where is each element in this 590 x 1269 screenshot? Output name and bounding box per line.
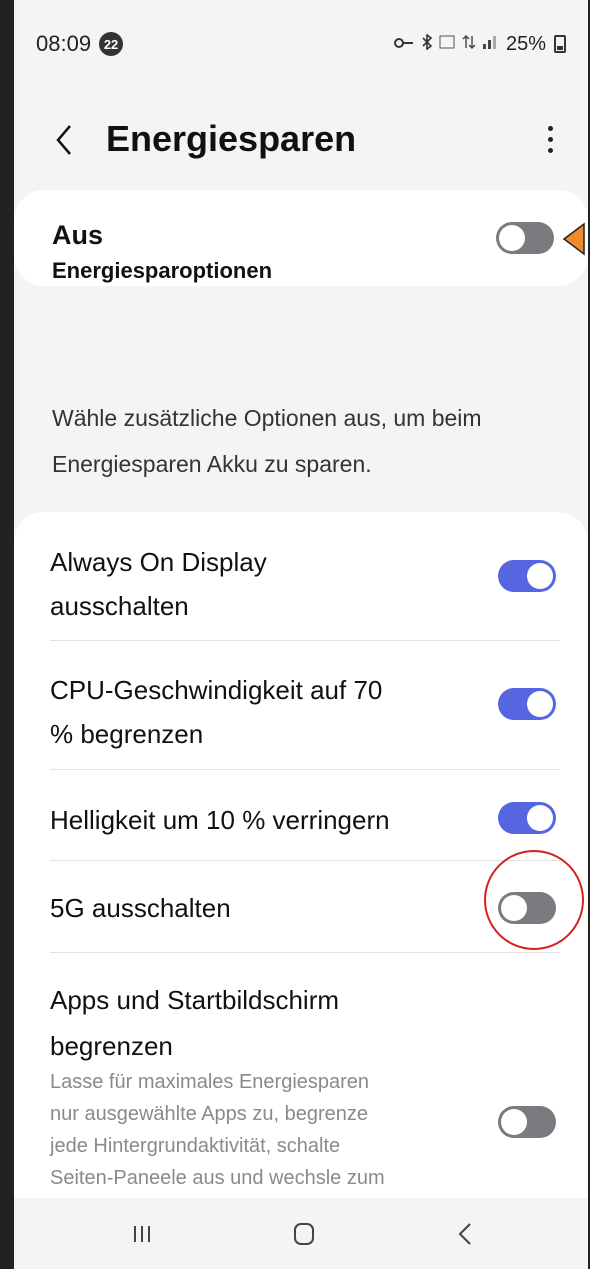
section-description: Wähle zusätzliche Optionen aus, um beim … — [52, 405, 482, 477]
toggle-knob — [527, 563, 553, 589]
toggle-brightness[interactable] — [498, 802, 556, 834]
bluetooth-icon — [422, 32, 432, 51]
status-icons — [394, 32, 498, 55]
page-title: Energiesparen — [106, 118, 357, 159]
toggle-knob — [499, 225, 525, 251]
toggle-cpu-speed[interactable] — [498, 688, 556, 720]
option-description-line: Lasse für maximales Energiesparen — [50, 1071, 370, 1093]
option-label-line2: % begrenzen — [50, 719, 204, 749]
option-description-line: jede Hintergrundaktivität, schalte — [50, 1135, 341, 1157]
section-title: Energiesparoptionen — [52, 258, 273, 283]
divider — [50, 860, 560, 861]
toggle-knob — [527, 805, 553, 831]
status-bar: 08:09 22 25% — [14, 0, 588, 88]
option-description-line: Seiten-Paneele aus und wechsle zum — [50, 1167, 385, 1189]
back-arrow-icon[interactable] — [50, 122, 80, 158]
option-label-line1: CPU-Geschwindigkeit auf 70 — [50, 675, 383, 705]
back-nav-icon[interactable] — [446, 1216, 486, 1252]
divider — [50, 640, 560, 641]
app-header: Energiesparen — [14, 104, 588, 176]
data-icon — [462, 34, 476, 49]
notification-count-badge: 22 — [99, 32, 124, 56]
navigation-bar — [14, 1198, 588, 1269]
status-time: 08:09 — [36, 31, 92, 56]
phone-screen: 08:09 22 25% Energiesparen Aus Energiesp… — [14, 0, 588, 1269]
option-label-line2: begrenzen — [50, 1031, 173, 1061]
option-label: 5G ausschalten — [50, 893, 231, 923]
status-right: 25% — [394, 33, 566, 56]
option-label: Helligkeit um 10 % verringern — [50, 805, 390, 835]
toggle-knob — [527, 691, 553, 717]
divider — [50, 952, 560, 953]
option-description-line: nur ausgewählte Apps zu, begrenze — [50, 1103, 368, 1125]
volte-icon — [439, 35, 455, 48]
toggle-always-on-display[interactable] — [498, 560, 556, 592]
toggle-knob — [501, 1109, 527, 1135]
signal-icon — [482, 35, 496, 49]
more-options-icon[interactable] — [540, 120, 560, 160]
recent-apps-icon[interactable] — [122, 1216, 162, 1252]
battery-icon — [554, 35, 566, 53]
key-icon — [394, 37, 414, 48]
status-left: 08:09 22 — [36, 31, 124, 57]
option-label-line1: Always On Display — [50, 547, 267, 577]
battery-percent: 25% — [505, 32, 546, 55]
option-label-line2: ausschalten — [50, 591, 189, 621]
master-toggle-switch[interactable] — [496, 222, 554, 254]
divider — [50, 769, 560, 770]
toggle-apps-homescreen[interactable] — [498, 1106, 556, 1138]
option-label-line1: Apps und Startbildschirm — [50, 985, 340, 1015]
annotation-highlight-circle — [484, 850, 584, 950]
annotation-arrow-icon — [562, 222, 585, 256]
master-toggle-label: Aus — [52, 220, 104, 250]
home-icon[interactable] — [284, 1216, 324, 1252]
